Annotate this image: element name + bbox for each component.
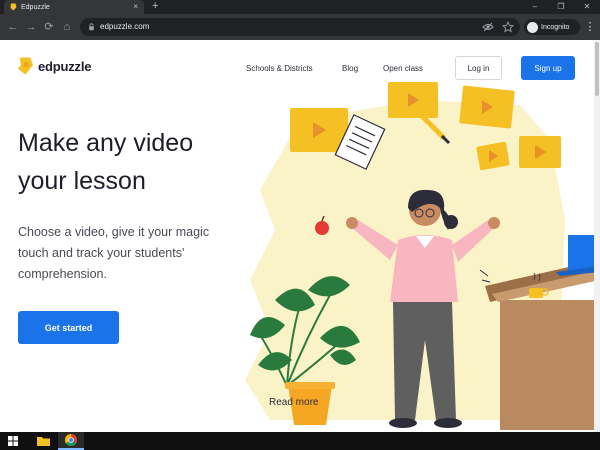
windows-start-icon[interactable] bbox=[0, 432, 26, 450]
edpuzzle-logo-icon bbox=[17, 57, 34, 75]
file-explorer-icon[interactable] bbox=[30, 432, 56, 450]
reload-button[interactable]: ⟳ bbox=[42, 20, 56, 34]
video-card-icon bbox=[519, 136, 561, 168]
hero-subheading-line: Choose a video, give it your magic bbox=[18, 225, 210, 239]
hero-headline: Make any video your lesson bbox=[18, 124, 258, 200]
signup-button[interactable]: Sign up bbox=[521, 56, 575, 80]
scrollbar-thumb[interactable] bbox=[595, 42, 599, 96]
chrome-icon[interactable] bbox=[58, 432, 84, 450]
get-started-button[interactable]: Get started bbox=[18, 311, 119, 344]
window-controls: – ❐ ✕ bbox=[522, 0, 600, 14]
hero-headline-line: Make any video bbox=[18, 129, 194, 157]
hero-headline-line: your lesson bbox=[18, 167, 146, 195]
minimize-button[interactable]: – bbox=[522, 0, 548, 14]
edpuzzle-logo[interactable]: edpuzzle bbox=[17, 56, 91, 76]
video-card-icon bbox=[388, 82, 438, 118]
hero-illustration bbox=[245, 82, 600, 430]
star-icon[interactable] bbox=[502, 21, 514, 33]
tab-title: Edpuzzle bbox=[21, 3, 50, 11]
nav-link-schools-districts[interactable]: Schools & Districts bbox=[246, 64, 313, 73]
home-button[interactable]: ⌂ bbox=[60, 20, 74, 34]
nav-link-open-class[interactable]: Open class bbox=[383, 64, 423, 73]
restore-button[interactable]: ❐ bbox=[548, 0, 574, 14]
tab-strip: Edpuzzle × + – ❐ ✕ bbox=[0, 0, 600, 14]
read-more-link[interactable]: Read more bbox=[269, 397, 318, 408]
forward-button[interactable]: → bbox=[24, 20, 38, 34]
tab-close-icon[interactable]: × bbox=[133, 3, 138, 11]
hero-subheading: Choose a video, give it your magic touch… bbox=[18, 222, 238, 285]
address-bar[interactable]: edpuzzle.com bbox=[80, 18, 520, 36]
windows-taskbar bbox=[0, 432, 600, 450]
nav-link-blog[interactable]: Blog bbox=[342, 64, 358, 73]
browser-menu-button[interactable]: ⋮ bbox=[584, 20, 596, 34]
eye-off-icon[interactable] bbox=[482, 21, 494, 33]
lock-icon bbox=[89, 23, 94, 31]
page-scrollbar[interactable] bbox=[594, 40, 600, 432]
video-card-icon bbox=[459, 85, 515, 129]
page-viewport: edpuzzle Schools & Districts Blog Open c… bbox=[0, 40, 600, 432]
new-tab-button[interactable]: + bbox=[152, 0, 158, 14]
incognito-indicator[interactable]: Incognito bbox=[524, 19, 580, 35]
tab-edpuzzle[interactable]: Edpuzzle × bbox=[4, 0, 144, 14]
hero-subheading-line: touch and track your students' bbox=[18, 246, 185, 260]
brand-name: edpuzzle bbox=[38, 58, 92, 74]
hero-subheading-line: comprehension. bbox=[18, 267, 107, 281]
login-button[interactable]: Log in bbox=[455, 56, 502, 80]
incognito-label: Incognito bbox=[541, 23, 570, 31]
url-text: edpuzzle.com bbox=[100, 22, 150, 31]
incognito-icon bbox=[527, 21, 538, 33]
back-button[interactable]: ← bbox=[6, 20, 20, 34]
close-window-button[interactable]: ✕ bbox=[574, 0, 600, 14]
video-card-icon bbox=[476, 141, 510, 171]
edpuzzle-favicon-icon bbox=[10, 3, 17, 11]
browser-toolbar: ← → ⟳ ⌂ edpuzzle.com Incognito ⋮ bbox=[0, 14, 600, 40]
